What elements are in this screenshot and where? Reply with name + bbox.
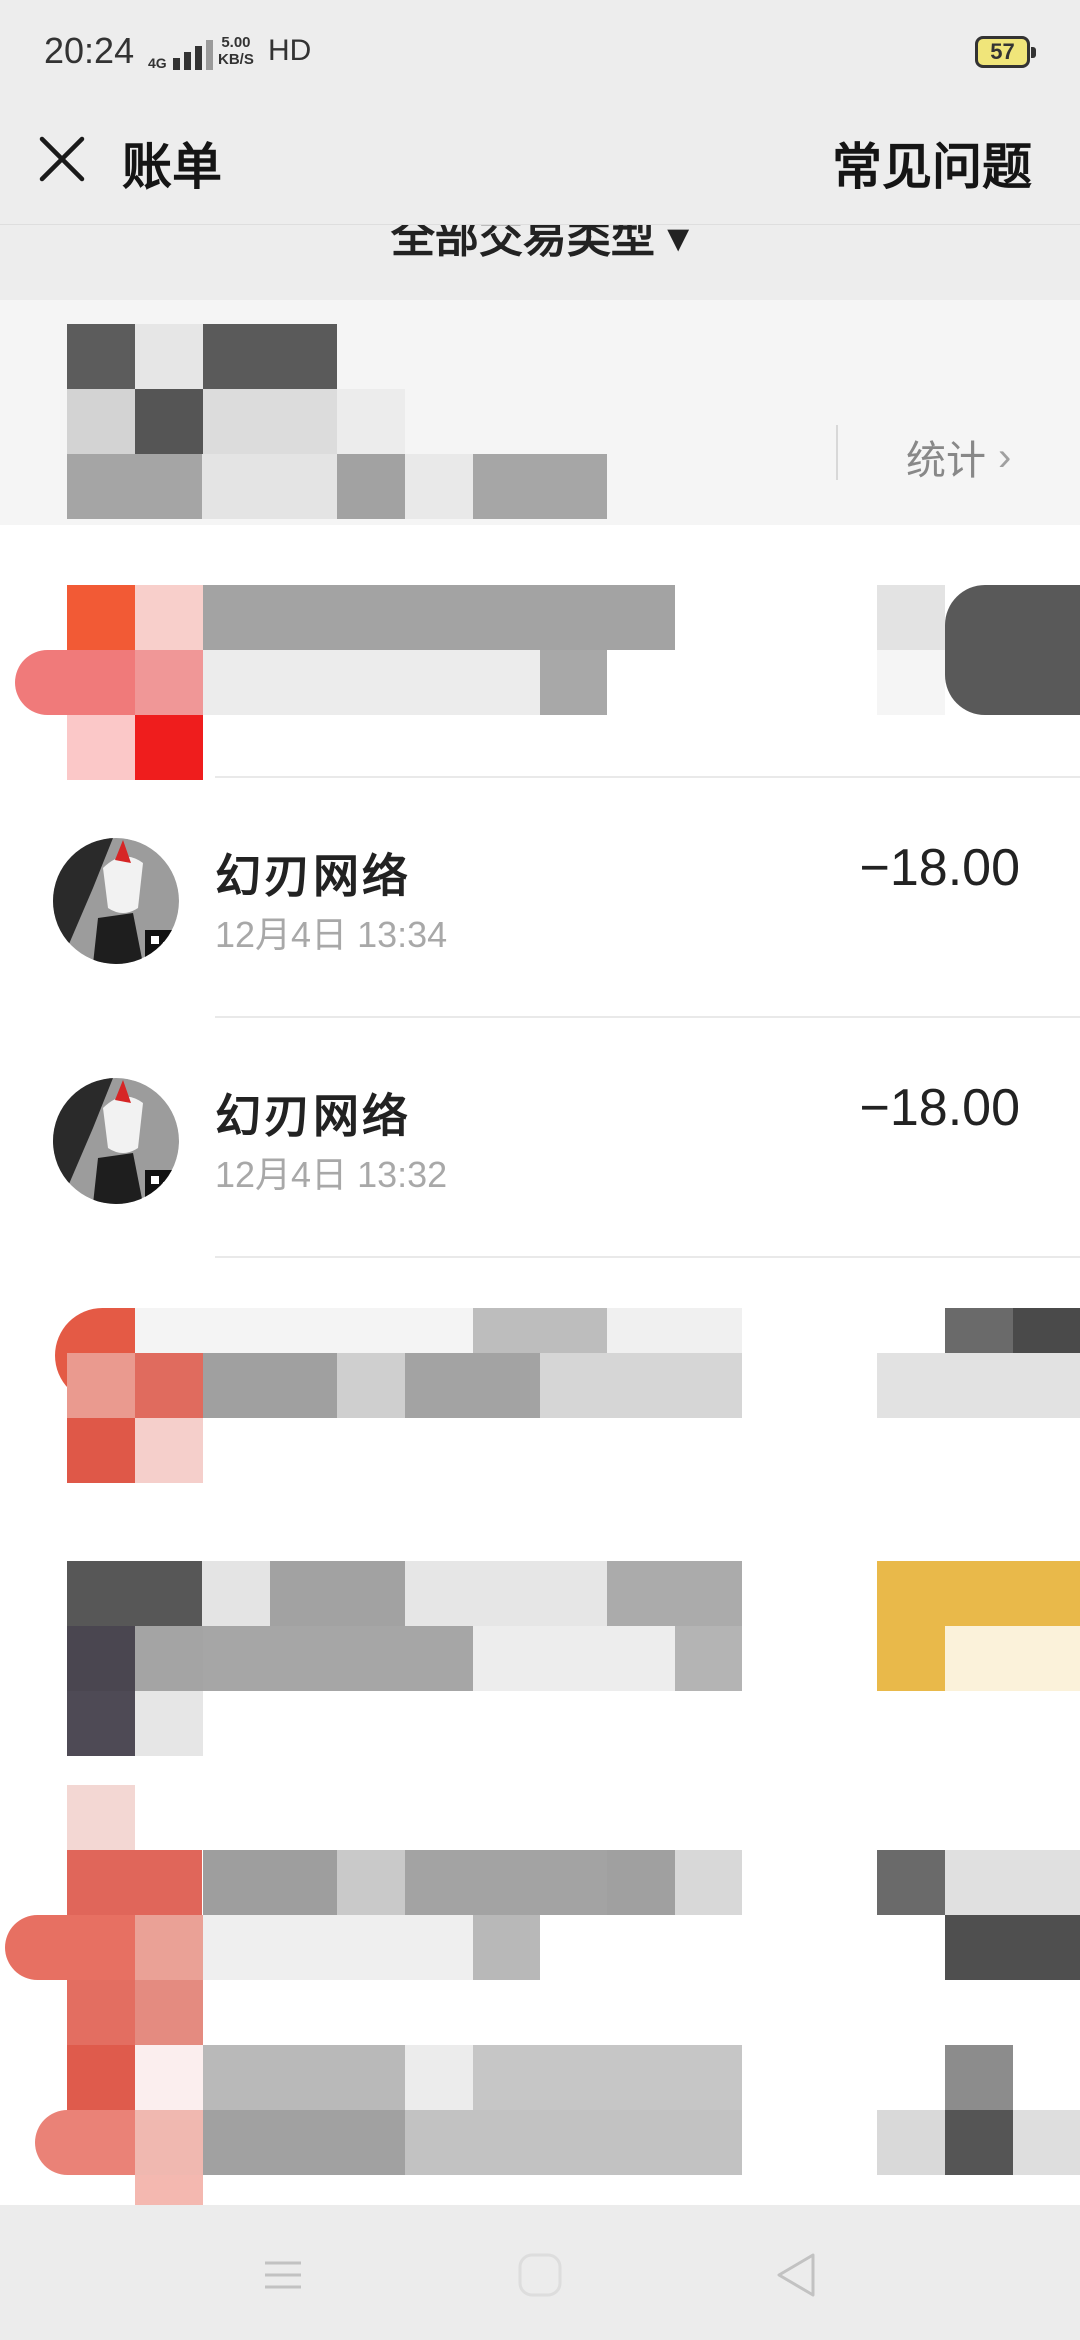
home-button[interactable]	[500, 2235, 580, 2315]
summary-divider	[836, 425, 838, 480]
month-summary: 统计 ›	[0, 300, 1080, 525]
chevron-right-icon: ›	[998, 434, 1012, 479]
transaction-time: 12月4日 13:32	[215, 1154, 448, 1195]
list-item-obscured[interactable]	[0, 1768, 1080, 2205]
network-speed: 5.00 KB/S	[218, 34, 254, 68]
page-title: 账单	[122, 139, 222, 195]
header: 账单 常见问题	[0, 105, 1080, 225]
list-item-obscured[interactable]	[0, 1528, 1080, 1768]
back-button[interactable]	[757, 2235, 837, 2315]
list-item-obscured[interactable]	[0, 1258, 1080, 1528]
system-nav-bar	[0, 2205, 1080, 2340]
stats-link[interactable]: 统计 ›	[906, 428, 1011, 486]
menu-icon	[265, 2261, 301, 2289]
status-time: 20:24	[44, 30, 135, 71]
network-type: 4G	[148, 55, 167, 71]
transaction-amount: −18.00	[859, 839, 1021, 897]
signal-icon: 4G	[148, 30, 213, 70]
transaction-row[interactable]: 幻刃网络 12月4日 13:32 −18.00	[0, 1018, 1080, 1258]
faq-link[interactable]: 常见问题	[832, 127, 1032, 199]
menu-button[interactable]	[243, 2235, 323, 2315]
merchant-avatar	[53, 838, 179, 964]
close-button[interactable]	[34, 131, 90, 187]
list-item-obscured[interactable]	[0, 525, 1080, 780]
merchant-name: 幻刃网络	[215, 1090, 411, 1142]
merchant-name: 幻刃网络	[215, 850, 411, 902]
back-icon	[777, 2253, 815, 2297]
transaction-amount: −18.00	[859, 1079, 1021, 1137]
transaction-list: 幻刃网络 12月4日 13:34 −18.00 幻刃网络 12月4日 13:32…	[0, 525, 1080, 2205]
merchant-avatar	[53, 1078, 179, 1204]
battery-icon: 57	[975, 36, 1036, 68]
status-bar: 20:24 4G 5.00 KB/S HD 57	[0, 0, 1080, 105]
filter-bar: 全部交易类型 ▾	[0, 225, 1080, 300]
transaction-type-filter[interactable]: 全部交易类型 ▾	[0, 225, 1080, 265]
transaction-time: 12月4日 13:34	[215, 914, 448, 955]
home-icon	[518, 2253, 562, 2297]
close-icon	[39, 136, 85, 182]
hd-indicator: HD	[268, 34, 312, 67]
battery-level: 57	[990, 39, 1015, 64]
transaction-row[interactable]: 幻刃网络 12月4日 13:34 −18.00	[0, 778, 1080, 1018]
stats-label: 统计	[906, 439, 986, 483]
